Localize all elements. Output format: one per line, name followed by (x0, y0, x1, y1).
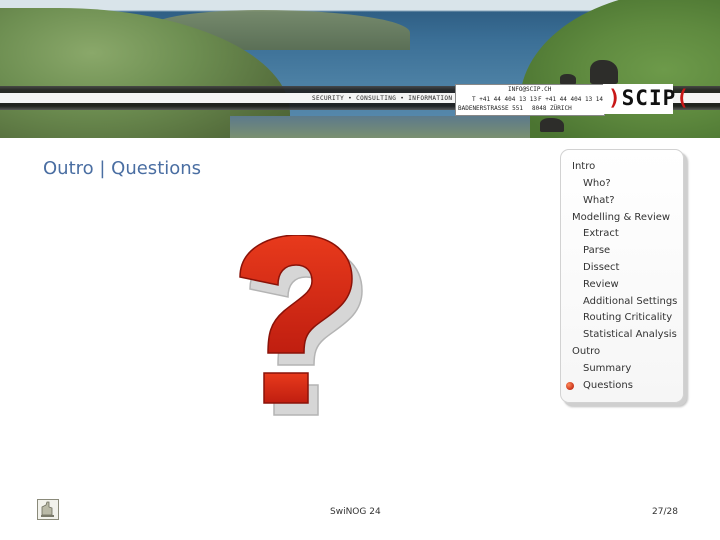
agenda-item-modelling-review[interactable]: Modelling & Review (572, 212, 670, 223)
document-icon (37, 499, 59, 520)
slide-title: Outro | Questions (43, 158, 202, 179)
agenda-item-intro[interactable]: Intro (572, 161, 595, 172)
header-banner: SECURITY • CONSULTING • INFORMATION • PR… (0, 0, 720, 138)
contact-box: INFO@SCIP.CH T +41 44 404 13 13 F +41 44… (455, 84, 605, 116)
agenda-item-additional-settings[interactable]: Additional Settings (583, 296, 677, 307)
agenda-item-review[interactable]: Review (583, 279, 619, 290)
question-mark-icon (232, 234, 372, 425)
agenda-item-dissect[interactable]: Dissect (583, 262, 619, 273)
footer-event-label: SwiNOG 24 (330, 507, 381, 517)
agenda-item-outro[interactable]: Outro (572, 346, 600, 357)
agenda-item-statistical-analysis[interactable]: Statistical Analysis (583, 329, 677, 340)
agenda-item-questions[interactable]: Questions (583, 380, 633, 391)
agenda-item-parse[interactable]: Parse (583, 245, 610, 256)
contact-city: 8048 ZÜRICH (532, 105, 572, 112)
agenda-item-routing-criticality[interactable]: Routing Criticality (583, 312, 672, 323)
agenda-item-who[interactable]: Who? (583, 178, 611, 189)
contact-email: INFO@SCIP.CH (508, 86, 552, 93)
contact-phone: T +41 44 404 13 13 (472, 96, 538, 103)
logo-paren-open: ) (608, 86, 622, 110)
page-number: 27/28 (652, 507, 678, 517)
logo-text: SCIP (621, 86, 677, 110)
banner-rock (540, 118, 564, 132)
banner-shore (230, 116, 530, 138)
agenda-item-summary[interactable]: Summary (583, 363, 631, 374)
logo-paren-close: ( (676, 86, 690, 110)
current-item-bullet-icon (566, 382, 574, 390)
banner-rock (590, 60, 618, 84)
question-mark-graphic (239, 234, 363, 416)
agenda-panel: Intro Who? What? Modelling & Review Extr… (560, 149, 684, 403)
banner-rock (560, 74, 576, 84)
company-logo: )SCIP( (608, 86, 690, 110)
document-icon-graphic (37, 499, 59, 520)
agenda-item-extract[interactable]: Extract (583, 228, 619, 239)
contact-address: BADENERSTRASSE 551 (458, 105, 524, 112)
agenda-item-what[interactable]: What? (583, 195, 615, 206)
contact-fax: F +41 44 404 13 14 (538, 96, 604, 103)
